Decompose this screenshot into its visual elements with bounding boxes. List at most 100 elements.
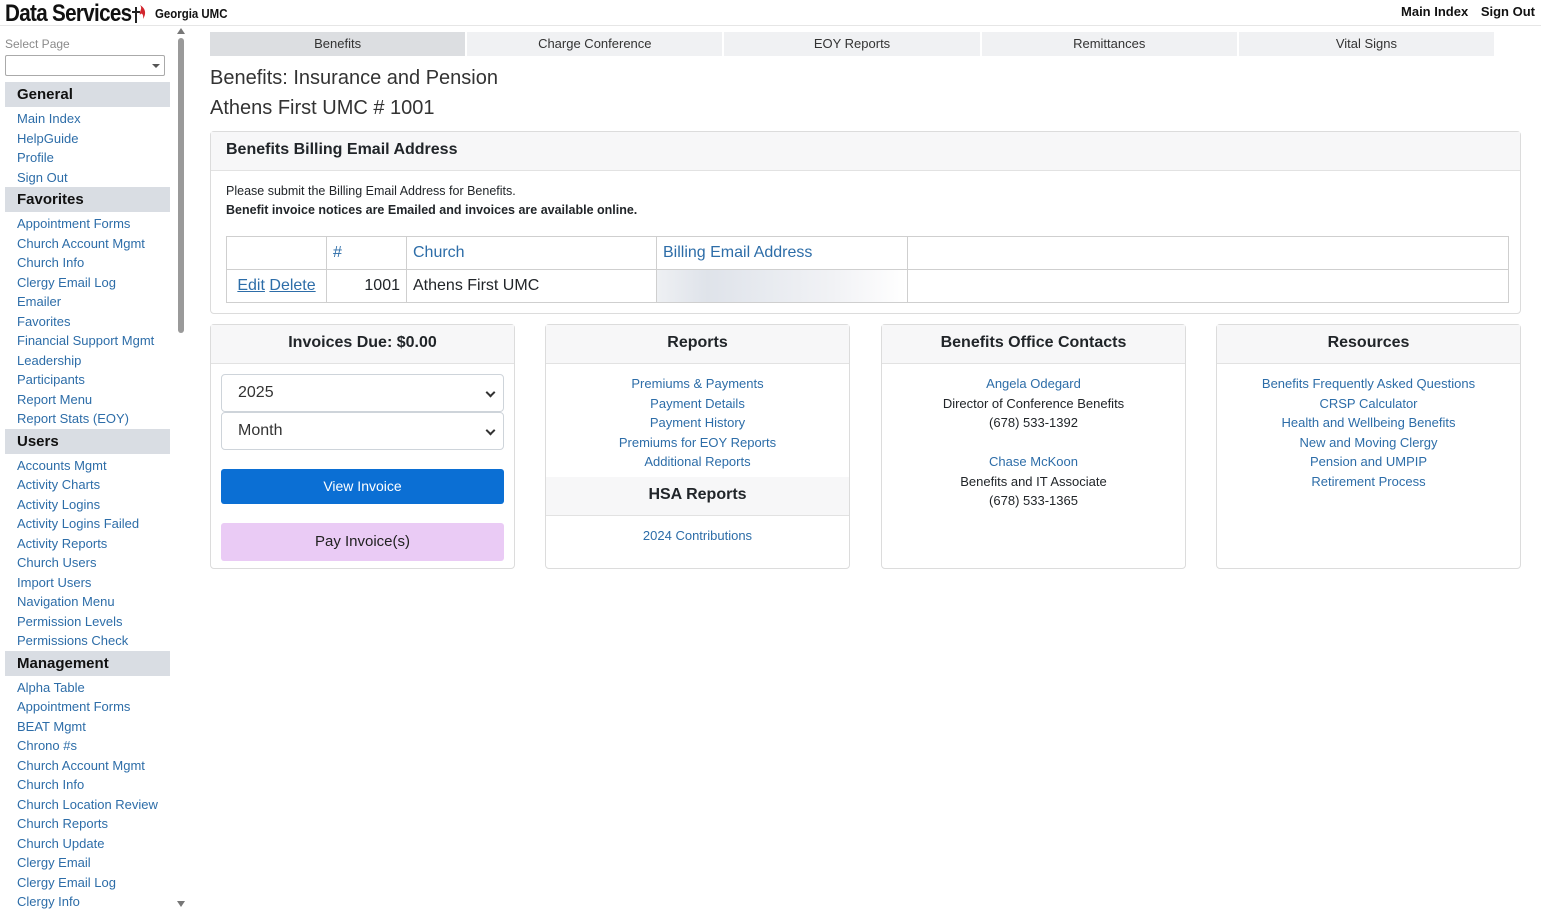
sidebar-scrollbar[interactable] — [176, 26, 186, 911]
sidebar-item-church-account-mgmt[interactable]: Church Account Mgmt — [5, 234, 170, 254]
report-link-payment-details[interactable]: Payment Details — [546, 394, 849, 414]
sidebar-item-clergy-email-log[interactable]: Clergy Email Log — [5, 273, 170, 293]
sidebar-item-emailer[interactable]: Emailer — [5, 292, 170, 312]
sidebar-item-permissions-check[interactable]: Permissions Check — [5, 631, 170, 651]
sidebar-item-activity-logins[interactable]: Activity Logins — [5, 495, 170, 515]
contact-role: Director of Conference Benefits — [942, 395, 1125, 411]
contact-phone: (678) 533-1392 — [989, 415, 1078, 430]
view-invoice-button[interactable]: View Invoice — [221, 469, 504, 504]
church-column-header[interactable]: Church — [406, 236, 657, 270]
sidebar-item-permission-levels[interactable]: Permission Levels — [5, 612, 170, 632]
empty-header — [907, 236, 1509, 270]
tab-vital-signs[interactable]: Vital Signs — [1238, 32, 1495, 56]
sidebar-item-participants[interactable]: Participants — [5, 370, 170, 390]
number-column-header[interactable]: # — [326, 236, 407, 270]
contact-name-link[interactable]: Angela Odegard — [882, 374, 1185, 394]
sidebar-menu: General Main Index HelpGuide Profile Sign Ou… — [5, 82, 170, 911]
sidebar-item-report-stats-eoy[interactable]: Report Stats (EOY) — [5, 409, 170, 429]
empty-cell — [907, 269, 1509, 303]
billing-table: # Church Billing Email Address Edit Dele… — [226, 236, 1509, 303]
sidebar-group-favorites: Favorites — [5, 187, 170, 212]
sidebar-item-beat-mgmt[interactable]: BEAT Mgmt — [5, 717, 170, 737]
resource-link-new-moving[interactable]: New and Moving Clergy — [1217, 433, 1520, 453]
sidebar-item-activity-charts[interactable]: Activity Charts — [5, 475, 170, 495]
tab-charge-conference[interactable]: Charge Conference — [467, 32, 723, 56]
year-select[interactable]: 2025 — [221, 374, 504, 412]
sidebar-item-church-users[interactable]: Church Users — [5, 553, 170, 573]
sidebar-item-church-location-review[interactable]: Church Location Review — [5, 795, 170, 815]
contacts-title: Benefits Office Contacts — [882, 325, 1185, 364]
year-select-value: 2025 — [238, 384, 274, 401]
row-actions: Edit Delete — [226, 269, 327, 303]
tab-benefits[interactable]: Benefits — [210, 32, 466, 56]
caret-down-icon — [152, 64, 160, 68]
tab-remittances[interactable]: Remittances — [981, 32, 1237, 56]
resource-link-retirement[interactable]: Retirement Process — [1217, 472, 1520, 492]
sidebar-item-profile[interactable]: Profile — [5, 148, 170, 168]
pay-invoices-button[interactable]: Pay Invoice(s) — [221, 523, 504, 561]
sidebar-item-church-reports[interactable]: Church Reports — [5, 814, 170, 834]
main-index-link[interactable]: Main Index — [1401, 4, 1468, 19]
resources-title: Resources — [1217, 325, 1520, 364]
sidebar-item-leadership[interactable]: Leadership — [5, 351, 170, 371]
resource-link-crsp[interactable]: CRSP Calculator — [1217, 394, 1520, 414]
invoices-card: Invoices Due: $0.00 2025 Month View Invo… — [210, 324, 515, 569]
scroll-down-arrow-icon[interactable] — [177, 901, 185, 907]
select-page-dropdown[interactable] — [5, 55, 165, 76]
brand-title[interactable]: Data Services — [5, 0, 132, 27]
cross-flame-logo-icon — [132, 5, 146, 23]
chevron-down-icon — [485, 387, 496, 398]
month-select[interactable]: Month — [221, 412, 504, 450]
email-column-header[interactable]: Billing Email Address — [656, 236, 908, 270]
reports-title: Reports — [546, 325, 849, 364]
resource-link-health[interactable]: Health and Wellbeing Benefits — [1217, 413, 1520, 433]
sidebar-item-report-menu[interactable]: Report Menu — [5, 390, 170, 410]
sidebar-item-clergy-email[interactable]: Clergy Email — [5, 853, 170, 873]
sidebar-group-management: Management — [5, 650, 170, 676]
tab-eoy-reports[interactable]: EOY Reports — [724, 32, 980, 56]
sidebar-item-main-index[interactable]: Main Index — [5, 109, 170, 129]
sidebar-item-appointment-forms[interactable]: Appointment Forms — [5, 697, 170, 717]
sidebar-item-church-update[interactable]: Church Update — [5, 834, 170, 854]
sidebar-item-church-info[interactable]: Church Info — [5, 253, 170, 273]
sidebar-item-favorites[interactable]: Favorites — [5, 312, 170, 332]
top-bar: Data Services Georgia UMC Main Index Sig… — [0, 0, 1541, 27]
sidebar: Select Page General Main Index HelpGuide Pr… — [0, 26, 190, 911]
hsa-link-2024-contributions[interactable]: 2024 Contributions — [546, 526, 849, 546]
sidebar-item-helpguide[interactable]: HelpGuide — [5, 129, 170, 149]
report-link-payment-history[interactable]: Payment History — [546, 413, 849, 433]
contact-phone: (678) 533-1365 — [989, 493, 1078, 508]
reports-links: Premiums & Payments Payment Details Paym… — [546, 364, 849, 472]
page-title: Benefits: Insurance and Pension — [210, 67, 498, 89]
sidebar-item-activity-logins-failed[interactable]: Activity Logins Failed — [5, 514, 170, 534]
billing-email-card: Benefits Billing Email Address Please su… — [210, 131, 1521, 314]
table-row: Edit Delete 1001 Athens First UMC — [226, 269, 1509, 303]
sidebar-item-sign-out[interactable]: Sign Out — [5, 168, 170, 188]
report-link-additional[interactable]: Additional Reports — [546, 452, 849, 472]
scroll-thumb[interactable] — [178, 38, 184, 333]
delete-link[interactable]: Delete — [269, 277, 315, 294]
actions-header — [226, 236, 327, 270]
sidebar-item-appointment-forms[interactable]: Appointment Forms — [5, 214, 170, 234]
sidebar-item-church-info[interactable]: Church Info — [5, 775, 170, 795]
resource-link-faq[interactable]: Benefits Frequently Asked Questions — [1217, 374, 1520, 394]
sidebar-item-clergy-email-log[interactable]: Clergy Email Log — [5, 873, 170, 893]
sign-out-link[interactable]: Sign Out — [1481, 4, 1535, 19]
sidebar-item-chrono-s[interactable]: Chrono #s — [5, 736, 170, 756]
edit-link[interactable]: Edit — [237, 277, 265, 294]
sidebar-item-navigation-menu[interactable]: Navigation Menu — [5, 592, 170, 612]
contact-name-link[interactable]: Chase McKoon — [882, 452, 1185, 472]
resource-link-pension[interactable]: Pension and UMPIP — [1217, 452, 1520, 472]
scroll-up-arrow-icon[interactable] — [177, 28, 185, 34]
sidebar-item-accounts-mgmt[interactable]: Accounts Mgmt — [5, 456, 170, 476]
report-link-premiums-eoy[interactable]: Premiums for EOY Reports — [546, 433, 849, 453]
sidebar-item-import-users[interactable]: Import Users — [5, 573, 170, 593]
sidebar-item-activity-reports[interactable]: Activity Reports — [5, 534, 170, 554]
sidebar-item-alpha-table[interactable]: Alpha Table — [5, 678, 170, 698]
sidebar-item-clergy-info[interactable]: Clergy Info — [5, 892, 170, 911]
report-link-premiums-payments[interactable]: Premiums & Payments — [546, 374, 849, 394]
table-header-row: # Church Billing Email Address — [226, 236, 1509, 270]
sidebar-item-church-account-mgmt[interactable]: Church Account Mgmt — [5, 756, 170, 776]
sidebar-item-financial-support-mgmt[interactable]: Financial Support Mgmt — [5, 331, 170, 351]
